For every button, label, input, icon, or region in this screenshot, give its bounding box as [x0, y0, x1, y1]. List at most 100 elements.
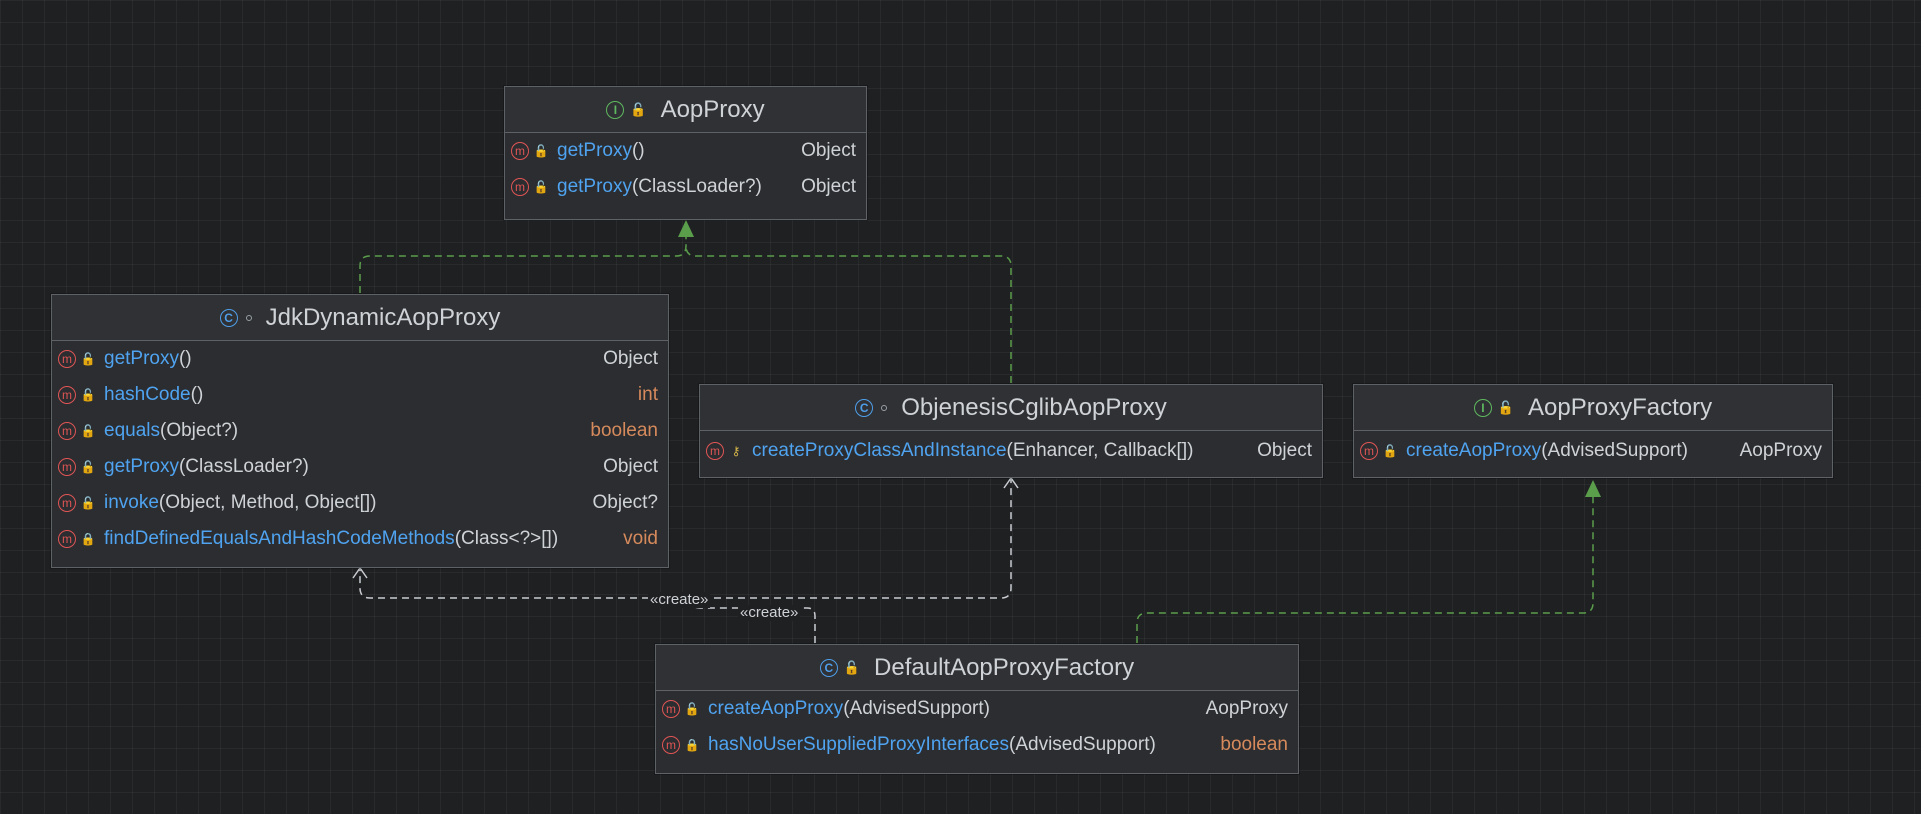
edge-default-implements-factory [1136, 497, 1594, 643]
public-lock-icon: 🔓 [1382, 444, 1398, 458]
public-lock-icon: 🔓 [843, 660, 861, 675]
method-name: findDefinedEqualsAndHashCodeMethods [104, 528, 455, 549]
method-icon: m [511, 178, 529, 196]
return-type: Object [1257, 440, 1312, 461]
interface-icon: I [1473, 398, 1492, 417]
interface-icon: I [606, 100, 625, 119]
public-lock-icon: 🔓 [80, 424, 96, 438]
method-params: () [631, 140, 645, 161]
method-params: (ClassLoader?) [178, 456, 309, 477]
method-icon: m [511, 142, 529, 160]
method-params: (ClassLoader?) [631, 176, 762, 197]
node-aop-proxy-factory[interactable]: I 🔓 AopProxyFactory m 🔓 createAopProxy (… [1353, 384, 1833, 478]
method-row[interactable]: m 🔓 getProxy (ClassLoader?) Object [52, 449, 668, 485]
public-lock-icon: 🔓 [80, 460, 96, 474]
edge-implements-arrowhead-aopproxy [678, 220, 694, 237]
return-type: boolean [1220, 734, 1288, 755]
node-jdk-dynamic-aop-proxy[interactable]: C JdkDynamicAopProxy m 🔓 getProxy () Obj… [51, 294, 669, 568]
method-row[interactable]: m 🔓 getProxy () Object [52, 341, 668, 377]
public-lock-icon: 🔓 [80, 496, 96, 510]
method-name: getProxy [557, 140, 632, 161]
public-lock-icon: 🔓 [630, 102, 647, 117]
node-header: I 🔓 AopProxyFactory [1354, 385, 1832, 431]
node-objenesis-cglib-aop-proxy[interactable]: C ObjenesisCglibAopProxy m ⚷ createProxy… [699, 384, 1323, 478]
package-private-icon [881, 404, 888, 411]
method-params: (Object, Method, Object[]) [158, 492, 377, 513]
node-header: C 🔓 DefaultAopProxyFactory [656, 645, 1298, 691]
method-row[interactable]: m 🔓 equals (Object?) boolean [52, 413, 668, 449]
node-header: C JdkDynamicAopProxy [52, 295, 668, 341]
method-row[interactable]: m 🔓 invoke (Object, Method, Object[]) Ob… [52, 485, 668, 521]
method-icon: m [58, 458, 76, 476]
method-icon: m [662, 736, 680, 754]
edge-label-create-jdk: «create» [648, 591, 711, 608]
method-row[interactable]: m 🔒 findDefinedEqualsAndHashCodeMethods … [52, 521, 668, 557]
return-type: AopProxy [1205, 698, 1288, 719]
method-params: (Enhancer, Callback[]) [1006, 440, 1194, 461]
edge-implements-arrowhead-factory [1585, 480, 1601, 497]
return-type: Object [801, 176, 856, 197]
method-name: createAopProxy [708, 698, 844, 719]
method-name: getProxy [557, 176, 632, 197]
method-icon: m [662, 700, 680, 718]
method-icon: m [58, 530, 76, 548]
method-icon: m [58, 386, 76, 404]
class-icon: C [855, 398, 874, 417]
private-lock-icon: 🔒 [80, 532, 96, 546]
node-default-aop-proxy-factory[interactable]: C 🔓 DefaultAopProxyFactory m 🔓 createAop… [655, 644, 1299, 774]
node-title: JdkDynamicAopProxy [265, 303, 501, 331]
public-lock-icon: 🔓 [80, 388, 96, 402]
method-name: invoke [104, 492, 159, 513]
method-name: getProxy [104, 456, 179, 477]
method-name: createAopProxy [1406, 440, 1542, 461]
method-row[interactable]: m 🔓 createAopProxy (AdvisedSupport) AopP… [656, 691, 1298, 727]
method-name: hasNoUserSuppliedProxyInterfaces [708, 734, 1009, 755]
node-title: AopProxyFactory [1528, 393, 1713, 421]
node-title: ObjenesisCglibAopProxy [901, 393, 1167, 421]
method-params: (AdvisedSupport) [1009, 734, 1156, 755]
method-icon: m [706, 442, 724, 460]
method-row[interactable]: m ⚷ createProxyClassAndInstance (Enhance… [700, 433, 1322, 469]
public-lock-icon: 🔓 [684, 702, 700, 716]
method-row[interactable]: m 🔓 createAopProxy (AdvisedSupport) AopP… [1354, 433, 1832, 469]
return-type: AopProxy [1739, 440, 1822, 461]
public-lock-icon: 🔓 [80, 352, 96, 366]
public-lock-icon: 🔓 [1497, 400, 1515, 415]
class-icon: C [819, 658, 838, 677]
private-lock-icon: 🔒 [684, 738, 700, 752]
method-icon: m [58, 350, 76, 368]
method-icon: m [1360, 442, 1378, 460]
return-type: boolean [590, 420, 658, 441]
edge-create-objenesis [690, 480, 1012, 599]
method-params: (Object?) [160, 420, 239, 441]
return-type: void [623, 528, 658, 549]
public-lock-icon: 🔓 [533, 144, 549, 158]
public-lock-icon: 🔓 [533, 180, 549, 194]
method-params: (Class<?>[]) [454, 528, 559, 549]
method-row[interactable]: m 🔓 getProxy (ClassLoader?) Object [505, 169, 866, 205]
package-private-icon [245, 314, 252, 321]
node-title: DefaultAopProxyFactory [874, 653, 1135, 681]
node-aop-proxy[interactable]: I 🔓 AopProxy m 🔓 getProxy () Object m 🔓 … [504, 86, 867, 220]
method-row[interactable]: m 🔓 getProxy () Object [505, 133, 866, 169]
protected-key-icon: ⚷ [731, 444, 741, 458]
edge-create-arrowhead-objenesis [1003, 476, 1019, 489]
method-icon: m [58, 494, 76, 512]
return-type: Object [801, 140, 856, 161]
class-icon: C [219, 308, 238, 327]
method-name: equals [104, 420, 160, 441]
node-header: C ObjenesisCglibAopProxy [700, 385, 1322, 431]
edge-create-arrowhead-jdk [352, 566, 368, 579]
node-title: AopProxy [660, 95, 765, 123]
method-params: (AdvisedSupport) [843, 698, 990, 719]
method-row[interactable]: m 🔓 hashCode () int [52, 377, 668, 413]
method-params: () [178, 348, 192, 369]
return-type: Object? [592, 492, 658, 513]
method-name: getProxy [104, 348, 179, 369]
edge-objenesis-implements-aopproxy [685, 245, 1012, 383]
return-type: Object [603, 348, 658, 369]
method-row[interactable]: m 🔒 hasNoUserSuppliedProxyInterfaces (Ad… [656, 727, 1298, 763]
method-icon: m [58, 422, 76, 440]
method-name: hashCode [104, 384, 191, 405]
edge-label-create-objenesis: «create» [738, 604, 801, 621]
